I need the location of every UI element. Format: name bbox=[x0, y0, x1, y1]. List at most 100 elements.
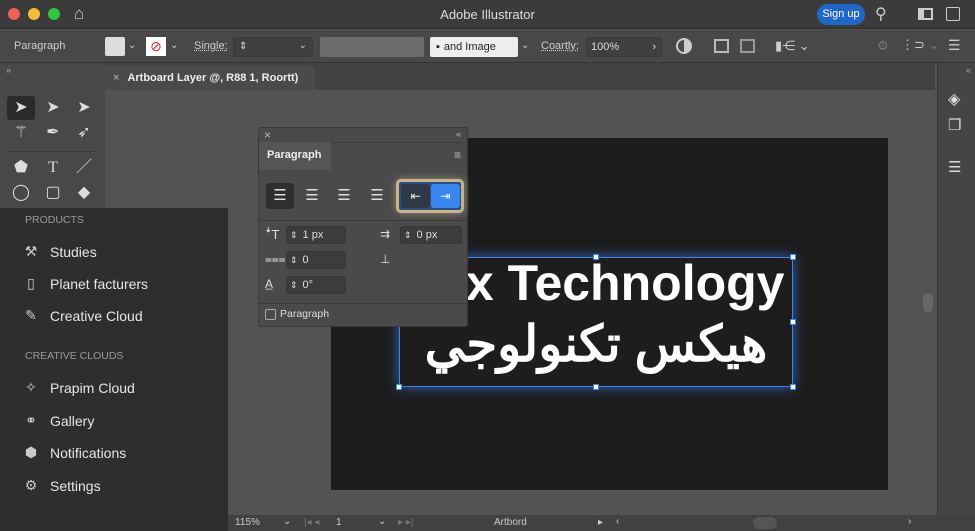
horizontal-scrollbar[interactable] bbox=[753, 517, 777, 529]
left-indent-icon: ꜜT bbox=[265, 227, 280, 242]
search-icon[interactable]: ⚲ bbox=[875, 4, 887, 24]
control-bar: Paragraph ⌄ ⊘ ⌄ Single: ⇕ ⌄ ▪ and Image ⌄… bbox=[0, 30, 975, 63]
menu-item-prapim-cloud[interactable]: ✧ Prapim Cloud bbox=[22, 379, 135, 396]
paragraph-checkbox[interactable] bbox=[265, 309, 276, 320]
asset-export-icon[interactable]: ❐ bbox=[948, 116, 961, 134]
next-page-button[interactable]: ▸ ▸| bbox=[398, 517, 413, 528]
section-creative-clouds-header: CREATIVE CLOUDS bbox=[25, 350, 124, 362]
rtl-direction-button[interactable]: ⇥ bbox=[431, 184, 460, 208]
chevron-down-icon[interactable]: ⌄ bbox=[283, 516, 291, 527]
ltr-direction-button[interactable]: ⇤ bbox=[401, 184, 430, 208]
first-page-button[interactable]: |◂ ◂ bbox=[304, 517, 319, 528]
align-left-button[interactable]: ☰ bbox=[266, 183, 294, 209]
zoom-level[interactable]: 115% bbox=[235, 517, 260, 528]
space-before-field[interactable]: ⇕ 0 bbox=[286, 251, 346, 269]
stroke-swatch[interactable]: ⊘ bbox=[146, 37, 166, 56]
layout-icon[interactable] bbox=[918, 8, 933, 20]
align-right-button[interactable]: ☰ bbox=[330, 183, 358, 209]
align-center-button[interactable]: ☰ bbox=[298, 183, 326, 209]
menu-item-label: Settings bbox=[50, 477, 101, 494]
opacity-field[interactable]: 100% › bbox=[586, 37, 662, 57]
type-tool[interactable]: T bbox=[39, 156, 67, 180]
properties-icon[interactable]: ☰ bbox=[948, 158, 961, 176]
fill-swatch[interactable] bbox=[105, 37, 125, 56]
image-field[interactable]: ▪ and Image bbox=[430, 37, 518, 57]
justify-button[interactable]: ☰ bbox=[363, 183, 391, 209]
page-number[interactable]: 1 bbox=[336, 517, 342, 528]
document-icon: ▯ bbox=[27, 275, 35, 291]
tools-panel: » ➤ ➤ ➤ ⚚ ✒ ➶ ⬟ T ／ ◯ ▢ ◆ bbox=[0, 63, 105, 213]
menu-item-label: Creative Cloud bbox=[50, 307, 143, 324]
opacity-value: 100% bbox=[591, 41, 620, 53]
transform-icon[interactable]: ▮⋲ ⌄ bbox=[775, 38, 810, 54]
hyphenation-icon: A̲ bbox=[265, 277, 274, 291]
link-icon: ⚭ bbox=[25, 412, 37, 428]
shaper-tool[interactable]: ◯ bbox=[7, 181, 35, 205]
chevron-down-icon[interactable]: ⌄ bbox=[128, 40, 136, 51]
live-paint-tool[interactable]: ◆ bbox=[70, 181, 98, 205]
vertical-scrollbar[interactable] bbox=[923, 293, 933, 313]
right-indent-field[interactable]: ⇕ 0 px bbox=[400, 226, 462, 244]
collapse-panel-icon[interactable]: « bbox=[456, 129, 461, 139]
panel-label: Paragraph bbox=[14, 40, 66, 52]
status-menu-arrow[interactable]: ▸ bbox=[598, 517, 603, 528]
close-panel-icon[interactable]: × bbox=[264, 128, 271, 142]
paintbrush-tool[interactable]: ／ bbox=[70, 156, 98, 180]
direction-toggle[interactable]: ⇤ ⇥ bbox=[396, 179, 464, 213]
opacity-label: Coartly: bbox=[541, 40, 579, 52]
layers-icon[interactable]: ◈ bbox=[948, 89, 960, 109]
style-dropdown[interactable] bbox=[320, 37, 424, 57]
direct-selection-tool[interactable]: ➤ bbox=[39, 96, 67, 120]
rectangle-tool[interactable]: ▢ bbox=[39, 181, 67, 205]
selection-handle[interactable] bbox=[790, 384, 796, 390]
panel-menu-icon[interactable]: ≡ bbox=[454, 148, 461, 162]
hyphenation-field[interactable]: ⇕ 0° bbox=[286, 276, 346, 294]
menu-item-planet-facturers[interactable]: ▯ Planet facturers bbox=[22, 275, 148, 292]
selection-handle[interactable] bbox=[593, 384, 599, 390]
menu-item-label: Studies bbox=[50, 243, 97, 260]
right-panel-dock: « ◈ ❐ ☰ bbox=[923, 63, 975, 515]
shape-builder-tool[interactable]: ⬟ bbox=[7, 156, 35, 180]
sign-up-button[interactable]: Sign up bbox=[817, 4, 865, 25]
group-selection-tool[interactable]: ➤ bbox=[70, 96, 98, 120]
selection-handle[interactable] bbox=[396, 384, 402, 390]
single-label: Single: bbox=[194, 40, 228, 52]
status-label: Artbord bbox=[494, 517, 527, 528]
menu-icon[interactable]: ☰ bbox=[948, 37, 961, 54]
isolate-icon[interactable]: ⚙ bbox=[877, 38, 889, 54]
document-tab[interactable]: × Artboard Layer @, R88 1, Roortt) bbox=[105, 66, 315, 90]
align-icon[interactable] bbox=[714, 39, 729, 53]
right-indent-value: 0 px bbox=[416, 229, 438, 241]
panel-toggle-icon[interactable] bbox=[946, 7, 960, 21]
space-after-icon: ⊥ bbox=[380, 252, 391, 266]
magic-wand-tool[interactable]: ⚚ bbox=[7, 121, 35, 145]
collapse-dock-icon[interactable]: « bbox=[966, 65, 971, 75]
distribute-icon[interactable] bbox=[740, 39, 755, 53]
chevron-down-icon[interactable]: ⌄ bbox=[170, 40, 178, 51]
lasso-tool[interactable]: ➶ bbox=[70, 121, 98, 145]
left-indent-field[interactable]: ⇕ 1 px bbox=[286, 226, 346, 244]
menu-item-notifications[interactable]: ⬢ Notifications bbox=[22, 444, 126, 461]
scroll-right-icon[interactable]: › bbox=[908, 516, 911, 527]
chevron-down-icon[interactable]: ⌄ bbox=[521, 40, 529, 51]
menu-item-studies[interactable]: ⚒ Studies bbox=[22, 243, 97, 260]
paragraph-checkbox-label: Paragraph bbox=[280, 308, 330, 320]
chevron-down-icon[interactable]: ⌄ bbox=[378, 516, 386, 527]
menu-item-creative-cloud[interactable]: ✎ Creative Cloud bbox=[22, 307, 143, 324]
arrange-icon[interactable]: ⋮⊃ ⌄ bbox=[901, 37, 939, 53]
paragraph-tab[interactable]: Paragraph bbox=[259, 142, 331, 170]
scroll-left-icon[interactable]: ‹ bbox=[616, 516, 619, 527]
pen-tool[interactable]: ✒ bbox=[39, 121, 67, 145]
selection-handle[interactable] bbox=[790, 254, 796, 260]
menu-item-label: Gallery bbox=[50, 412, 95, 429]
close-tab-icon[interactable]: × bbox=[113, 72, 119, 84]
menu-item-label: Notifications bbox=[50, 444, 127, 461]
recolor-icon[interactable] bbox=[676, 38, 692, 54]
menu-item-settings[interactable]: ⚙ Settings bbox=[22, 477, 101, 494]
stroke-weight-field[interactable]: ⇕ ⌄ bbox=[233, 37, 313, 57]
paragraph-panel: × « Paragraph ≡ ☰ ☰ ☰ ☰ ⇤ ⇥ ꜜT ⇕ 1 px ⇉ ⇕… bbox=[258, 127, 468, 327]
cube-icon: ⬢ bbox=[24, 444, 38, 460]
selection-tool[interactable]: ➤ bbox=[7, 96, 35, 120]
menu-item-gallery[interactable]: ⚭ Gallery bbox=[22, 412, 94, 429]
expand-icon[interactable]: » bbox=[6, 65, 11, 75]
